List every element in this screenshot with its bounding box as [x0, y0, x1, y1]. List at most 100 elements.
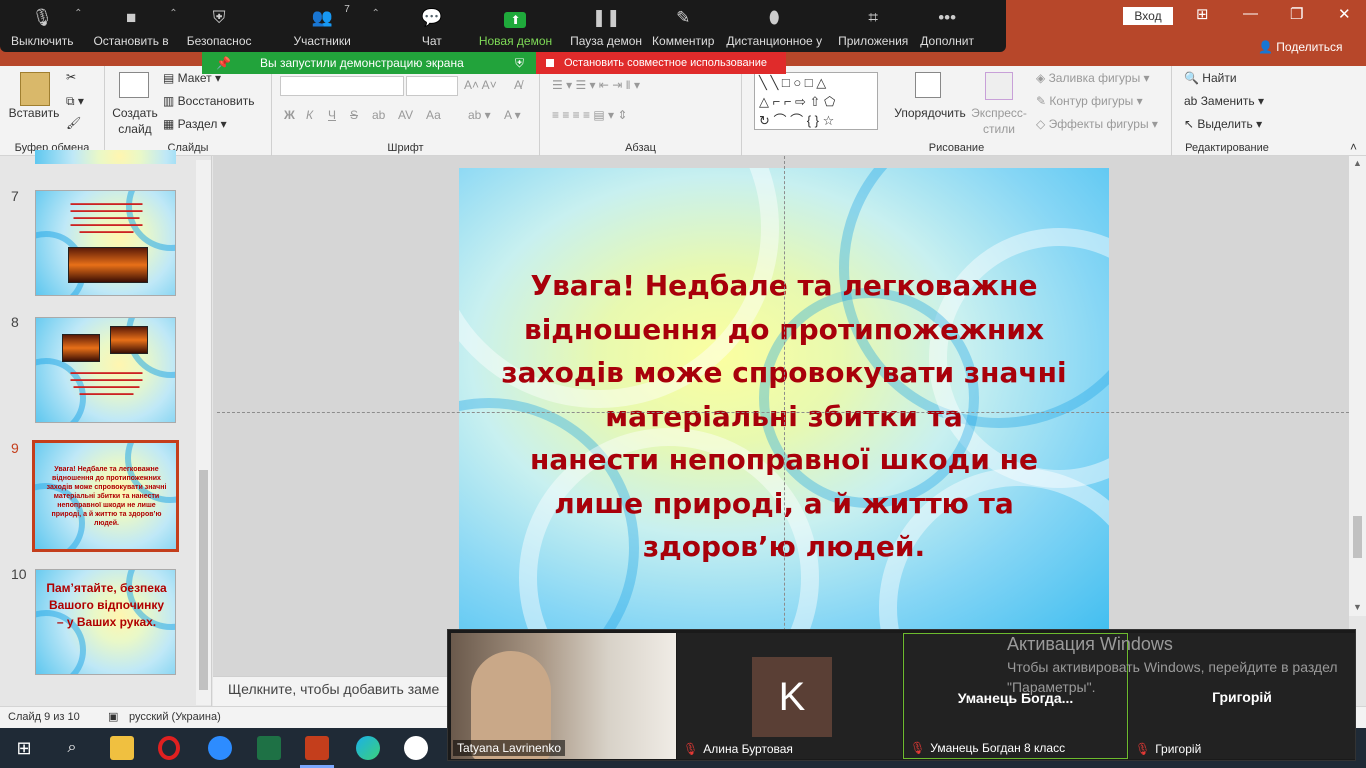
arrange-button[interactable]: Упорядочить [890, 106, 970, 120]
scroll-up-icon[interactable]: ▲ [1353, 158, 1362, 168]
language-indicator[interactable]: русский (Украина) [129, 711, 221, 723]
paragraph-group: ☰ ▾ ☰ ▾ ⇤ ⇥ ‖ ▾ ≡ ≡ ≡ ≡ ▤ ▾ ⇕ Абзац [540, 66, 742, 156]
ribbon-display-icon[interactable]: ⊞ [1196, 5, 1209, 23]
slide-thumbnail-6-partial[interactable] [35, 150, 176, 164]
file-explorer-icon[interactable] [110, 736, 134, 760]
close-icon[interactable]: ✕ [1338, 5, 1351, 23]
arrange-icon[interactable] [915, 72, 941, 98]
restore-icon[interactable]: ❐ [1290, 5, 1303, 23]
video-tile[interactable]: K 🎙 Алина Буртовая [677, 633, 902, 759]
zoom-toolbar: 🎙 Выключить ⌃ ■ Остановить в ⌃ ⛨ Безопаснос 👥… [0, 0, 1006, 52]
edge-icon[interactable] [356, 736, 380, 760]
scroll-down-icon[interactable]: ▼ [1353, 602, 1362, 612]
section-button[interactable]: ▦ Раздел ▾ [163, 117, 227, 131]
slide-thumbnail-7[interactable]: ▬▬▬▬▬▬▬▬▬▬▬▬ ▬▬▬▬▬▬▬▬▬▬▬▬ ▬▬▬▬▬▬▬▬▬▬▬ ▬▬▬▬▬… [35, 190, 176, 296]
highlight-icon[interactable]: ab ▾ [468, 108, 491, 122]
sign-in-button[interactable]: Вход [1123, 7, 1173, 25]
pause-icon: ❚❚ [591, 8, 621, 27]
chat-icon: 💬 [421, 8, 443, 27]
change-case-button[interactable]: Аа [426, 108, 441, 122]
bullets-icon[interactable]: ☰ ▾ ☰ ▾ ⇤ ⇥ ‖ ▾ [552, 78, 640, 92]
chat-button[interactable]: 💬 Чат [418, 0, 446, 48]
remote-control-button[interactable]: ⬮ Дистанционное у [723, 0, 825, 48]
thumbnail-scrollbar[interactable] [196, 160, 211, 705]
italic-button[interactable]: К [306, 108, 313, 122]
font-name-combo[interactable] [280, 76, 404, 96]
quick-styles-icon[interactable] [985, 72, 1013, 100]
collapse-ribbon-icon[interactable]: ˄ [1350, 140, 1357, 154]
find-button[interactable]: 🔍 Найти [1184, 71, 1237, 85]
stop-video-button[interactable]: ■ Остановить в ⌃ [90, 0, 177, 48]
slide-number: 7 [11, 188, 19, 204]
new-share-button[interactable]: ⬆ Новая демон [476, 0, 555, 48]
more-button[interactable]: ••• Дополнит [917, 0, 977, 48]
apps-icon: ⌗ [868, 8, 878, 27]
pause-share-button[interactable]: ❚❚ Пауза демон [567, 0, 645, 48]
shape-fill-button[interactable]: ◈ Заливка фигуры ▾ [1036, 71, 1150, 85]
share-button[interactable]: 👤 Поделиться [1258, 40, 1343, 54]
paste-button[interactable]: Вставить [6, 106, 62, 120]
font-size-combo[interactable] [406, 76, 458, 96]
minimize-icon[interactable]: — [1243, 5, 1258, 22]
windows-start-icon[interactable]: ⊞ [12, 736, 36, 760]
reset-button[interactable]: ▥ Восстановить [163, 94, 255, 108]
excel-icon[interactable] [257, 736, 281, 760]
apps-button[interactable]: ⌗ Приложения [835, 0, 911, 48]
select-button[interactable]: ↖ Выделить ▾ [1184, 117, 1262, 131]
slide-7-text-block: ▬▬▬▬▬▬▬▬▬▬▬▬ ▬▬▬▬▬▬▬▬▬▬▬▬ ▬▬▬▬▬▬▬▬▬▬▬ ▬▬▬▬▬… [70, 201, 143, 235]
video-tile[interactable]: Tatyana Lavrinenko [451, 633, 676, 759]
section-icon: ▦ [163, 117, 178, 131]
strikethrough-button[interactable]: S [350, 108, 358, 122]
format-painter-icon[interactable]: 🖌 [66, 116, 81, 130]
underline-button[interactable]: Ч [328, 108, 336, 122]
slide-thumbnail-8[interactable]: ▬▬▬▬▬▬▬▬▬▬▬▬ ▬▬▬▬▬▬▬▬▬▬▬▬ ▬▬▬▬▬▬▬▬▬▬▬ ▬▬▬▬▬… [35, 317, 176, 423]
layout-icon: ▤ [163, 71, 178, 85]
muted-mic-icon: 🎙 [910, 741, 926, 755]
slides-group: Создать слайд ▤ Макет ▾ ▥ Восстановить ▦… [105, 66, 272, 156]
spacing-icon[interactable]: AV [398, 108, 413, 122]
cut-icon[interactable]: ✂ [66, 70, 76, 84]
stop-share-button[interactable]: Остановить совместное использование [536, 52, 786, 74]
shape-outline-button[interactable]: ✎ Контур фигуры ▾ [1036, 94, 1143, 108]
paint-bucket-icon: ◈ [1036, 71, 1049, 85]
shield-icon: ⛨ [212, 8, 226, 27]
mute-button[interactable]: 🎙 Выключить ⌃ [8, 0, 82, 48]
shadow-icon[interactable]: ab [372, 108, 385, 122]
media-player-icon[interactable] [404, 736, 428, 760]
search-icon[interactable]: ⌕ [60, 736, 84, 760]
annotate-button[interactable]: ✎ Комментир [649, 0, 717, 48]
participants-button[interactable]: 👥 7 Участники ⌃ [291, 0, 380, 48]
participants-icon: 👥 [311, 8, 333, 27]
quick-styles-button[interactable]: Экспресс- [968, 106, 1030, 120]
grow-font-icon[interactable]: A˄ A˅ [464, 78, 497, 92]
shield-check-icon: ⛨ [514, 56, 524, 70]
clear-format-icon[interactable]: A̸ [514, 78, 522, 92]
spellcheck-icon[interactable]: ▣ [108, 710, 118, 723]
font-color-icon[interactable]: A ▾ [504, 108, 521, 122]
notes-pane[interactable]: Щелкните, чтобы добавить заме [213, 676, 453, 706]
shapes-gallery[interactable]: ╲ ╲ □ ○ □ △ △ ⌐ ⌐ ⇨ ⇧ ⬠ ↻ ⌒ ⌒ { } ☆ [754, 72, 878, 130]
shape-effects-button[interactable]: ◇ Эффекты фигуры ▾ [1036, 117, 1158, 131]
replace-button[interactable]: ab Заменить ▾ [1184, 94, 1264, 108]
new-slide-icon[interactable] [119, 72, 149, 98]
canvas-scrollbar[interactable]: ▲ ▼ [1349, 156, 1366, 616]
align-icons[interactable]: ≡ ≡ ≡ ≡ ▤ ▾ ⇕ [552, 108, 627, 122]
drawing-group: ╲ ╲ □ ○ □ △ △ ⌐ ⌐ ⇨ ⇧ ⬠ ↻ ⌒ ⌒ { } ☆ Упоряд… [742, 66, 1172, 156]
share-screen-icon: ⬆ [504, 12, 527, 28]
slide-thumbnail-10[interactable]: Пам’ятайте, безпека Вашого відпочинку – … [35, 569, 176, 675]
copy-icon[interactable]: ⧉ ▾ [66, 94, 84, 109]
zoom-app-icon[interactable] [208, 736, 232, 760]
slide-thumbnail-9[interactable]: Увага! Недбале та легковажне відношення … [32, 440, 179, 552]
new-slide-button[interactable]: Создать [107, 106, 163, 120]
pin-icon: 📌 [216, 56, 231, 70]
scrollbar-thumb[interactable] [199, 470, 208, 690]
reset-icon: ▥ [163, 94, 178, 108]
mouse-icon: ⬮ [768, 8, 780, 27]
scrollbar-thumb[interactable] [1353, 516, 1362, 558]
paste-icon[interactable] [20, 72, 50, 106]
opera-icon[interactable] [158, 736, 180, 760]
bold-button[interactable]: Ж [284, 108, 295, 122]
security-button[interactable]: ⛨ Безопаснос [184, 0, 255, 48]
powerpoint-icon[interactable] [305, 736, 329, 760]
sharing-banner: 📌 Вы запустили демонстрацию экрана ⛨ [202, 52, 536, 74]
